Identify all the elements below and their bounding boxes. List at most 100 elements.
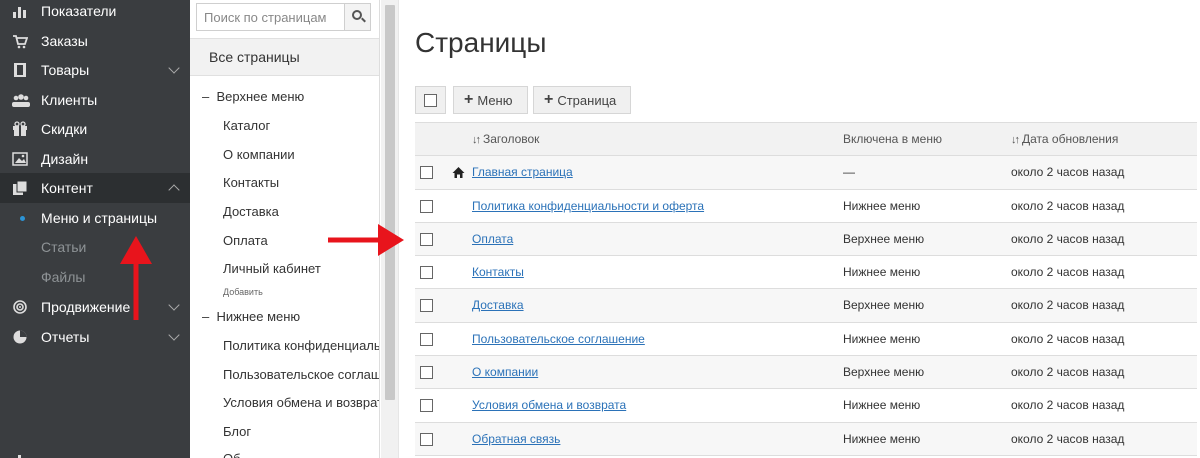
chevron-up-icon <box>168 184 180 196</box>
tree-item[interactable]: Каталог <box>223 118 270 133</box>
row-checkbox[interactable] <box>420 366 433 380</box>
sort-icon: ↓↑ <box>472 134 481 146</box>
select-all-button[interactable] <box>415 86 446 114</box>
nav-label: Скидки <box>41 121 88 137</box>
row-checkbox[interactable] <box>420 432 433 446</box>
tree-item[interactable]: Личный кабинет <box>223 261 321 276</box>
nav-item-products[interactable]: Товары <box>0 55 190 85</box>
book-icon <box>12 62 28 78</box>
nav-item-partial[interactable] <box>0 444 190 458</box>
page-updated-value: около 2 часов назад <box>1011 265 1125 280</box>
page-menu-value: Нижнее меню <box>843 398 921 413</box>
tree-group-top-menu[interactable]: – Верхнее меню <box>202 89 304 104</box>
page-updated-value: около 2 часов назад <box>1011 331 1125 346</box>
row-checkbox[interactable] <box>420 232 433 246</box>
row-checkbox[interactable] <box>420 399 433 413</box>
select-all-checkbox[interactable] <box>424 93 437 107</box>
table-row: Политика конфиденциальности и оферта Нижн… <box>415 190 1197 223</box>
sort-icon: ↓↑ <box>1011 134 1020 146</box>
page-title-link[interactable]: Контакты <box>472 265 524 279</box>
home-icon <box>452 156 465 189</box>
page-title: Страницы <box>415 27 547 58</box>
plus-icon: + <box>544 91 554 108</box>
nav-item-design[interactable]: Дизайн <box>0 144 190 174</box>
tree-add-link[interactable]: Добавить <box>223 287 263 297</box>
nav-sub-articles[interactable]: Статьи <box>0 232 190 262</box>
row-checkbox[interactable] <box>420 166 433 180</box>
tree-item[interactable]: Пользовательское соглашени <box>223 367 379 382</box>
cart-icon <box>12 33 29 49</box>
tree-item[interactable]: О компании <box>223 147 295 162</box>
tree-item[interactable]: Об <box>223 451 241 458</box>
table-row: Оплата Верхнее меню около 2 часов назад <box>415 222 1197 257</box>
scrollbar-thumb[interactable] <box>385 5 395 400</box>
row-checkbox[interactable] <box>420 199 433 213</box>
plus-icon: + <box>464 91 474 108</box>
add-menu-button[interactable]: + Меню <box>453 86 528 114</box>
tree-group-label: Верхнее меню <box>216 89 305 104</box>
nav-item-clients[interactable]: Клиенты <box>0 85 190 115</box>
table-row: Обратная связь Нижнее меню около 2 часов н… <box>415 422 1197 456</box>
page-title-link[interactable]: Доставка <box>472 298 524 312</box>
nav-label: Дизайн <box>41 151 89 167</box>
row-checkbox[interactable] <box>420 266 433 280</box>
tree-item[interactable]: Политика конфиденциальнос <box>223 338 379 353</box>
nav-sub-files[interactable]: Файлы <box>0 262 190 292</box>
search-icon-handle <box>361 17 366 23</box>
tree-search-input[interactable] <box>197 4 344 30</box>
bar-chart-icon <box>12 451 28 458</box>
tree-group-label: Нижнее меню <box>216 309 301 324</box>
annotation-arrow-right <box>328 224 404 256</box>
page-updated-value: около 2 часов назад <box>1011 398 1125 413</box>
tree-item[interactable]: Условия обмена и возврата <box>223 395 379 410</box>
tree-search-box <box>196 3 371 31</box>
add-page-label: Страница <box>557 92 617 108</box>
nav-item-orders[interactable]: Заказы <box>0 26 190 56</box>
nav-item-dashboard[interactable]: Показатели <box>0 0 190 26</box>
table-row: Доставка Верхнее меню около 2 часов назад <box>415 289 1197 323</box>
table-row: Контакты Нижнее меню около 2 часов назад <box>415 256 1197 290</box>
page-menu-value: Нижнее меню <box>843 431 921 446</box>
nav-item-content[interactable]: Контент <box>0 173 190 203</box>
tree-item[interactable]: Оплата <box>223 233 268 248</box>
nav-sub-menu-pages[interactable]: Меню и страницы <box>0 203 190 233</box>
page-menu-value: Верхнее меню <box>843 231 925 246</box>
page-title-link[interactable]: О компании <box>472 365 538 379</box>
tree-item[interactable]: Блог <box>223 424 251 439</box>
nav-item-reports[interactable]: Отчеты <box>0 322 190 352</box>
tree-item[interactable]: Контакты <box>223 175 279 190</box>
page-title-link[interactable]: Главная страница <box>472 165 573 179</box>
column-header-updated[interactable]: ↓↑ Дата обновления <box>1011 123 1118 156</box>
row-checkbox[interactable] <box>420 332 433 346</box>
page-title-link[interactable]: Обратная связь <box>472 432 560 446</box>
tree-group-bottom-menu[interactable]: – Нижнее меню <box>202 309 300 324</box>
page-title-link[interactable]: Условия обмена и возврата <box>472 398 626 412</box>
page-menu-value: Верхнее меню <box>843 298 925 313</box>
chevron-down-icon <box>168 62 180 74</box>
nav-item-discounts[interactable]: Скидки <box>0 114 190 144</box>
annotation-arrow-up <box>120 236 152 320</box>
page-menu-value: Верхнее меню <box>843 365 925 380</box>
nav-sub-label: Файлы <box>41 269 86 285</box>
page-menu-value: Нижнее меню <box>843 198 921 213</box>
search-button[interactable] <box>344 4 370 30</box>
chevron-down-icon <box>168 329 180 341</box>
page-title-link[interactable]: Пользовательское соглашение <box>472 332 645 346</box>
page-title-link[interactable]: Оплата <box>472 232 513 246</box>
nav-label: Показатели <box>41 3 117 19</box>
column-header-title[interactable]: ↓↑ Заголовок <box>472 123 539 156</box>
page-updated-value: около 2 часов назад <box>1011 198 1125 213</box>
page-updated-value: около 2 часов назад <box>1011 431 1125 446</box>
tree-item[interactable]: Доставка <box>223 204 279 219</box>
all-pages-link[interactable]: Все страницы <box>190 38 379 76</box>
column-header-label: Заголовок <box>483 132 540 146</box>
add-page-button[interactable]: + Страница <box>533 86 631 114</box>
page-updated-value: около 2 часов назад <box>1011 231 1125 246</box>
row-checkbox[interactable] <box>420 299 433 313</box>
page-title-link[interactable]: Политика конфиденциальности и оферта <box>472 199 704 213</box>
add-menu-label: Меню <box>477 92 513 108</box>
active-dot <box>20 216 25 221</box>
nav-sub-label: Статьи <box>41 239 87 255</box>
nav-item-promotion[interactable]: Продвижение <box>0 292 190 322</box>
nav-label: Заказы <box>41 33 88 49</box>
